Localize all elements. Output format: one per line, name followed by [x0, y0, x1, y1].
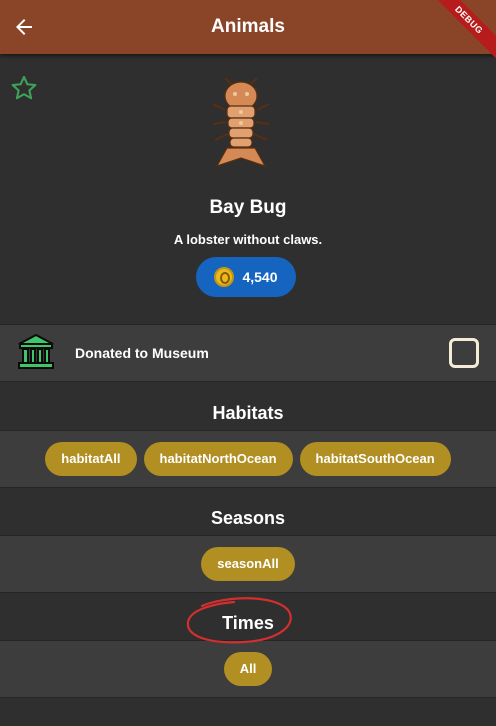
chip-season-all[interactable]: seasonAll — [201, 547, 295, 581]
app-bar: Animals DEBUG — [0, 0, 496, 60]
star-outline-icon[interactable] — [10, 74, 38, 102]
habitats-title: Habitats — [212, 403, 284, 423]
times-row: All — [0, 640, 496, 698]
museum-label: Donated to Museum — [75, 345, 209, 361]
price-value: 4,540 — [242, 269, 278, 285]
chip-habitat-north-ocean[interactable]: habitatNorthOcean — [143, 442, 293, 476]
debug-label: DEBUG — [424, 0, 496, 60]
debug-banner: DEBUG — [416, 0, 496, 60]
seasons-row: seasonAll — [0, 535, 496, 593]
coin-icon — [214, 267, 235, 287]
chip-habitat-all[interactable]: habitatAll — [45, 442, 137, 476]
museum-row[interactable]: Donated to Museum — [0, 324, 496, 382]
museum-checkbox[interactable] — [449, 338, 479, 368]
habitats-row: habitatAll habitatNorthOcean habitatSout… — [0, 430, 496, 488]
seasons-title: Seasons — [210, 508, 286, 528]
museum-icon — [18, 333, 54, 369]
price-pill: 4,540 — [196, 257, 296, 297]
critter-name: Bay Bug — [209, 197, 287, 218]
critter-image — [212, 78, 270, 168]
chip-time-all[interactable]: All — [223, 652, 273, 686]
annotation-circle — [186, 597, 292, 644]
chip-habitat-south-ocean[interactable]: habitatSouthOcean — [299, 442, 451, 476]
critter-description: A lobster without claws. — [173, 232, 323, 247]
